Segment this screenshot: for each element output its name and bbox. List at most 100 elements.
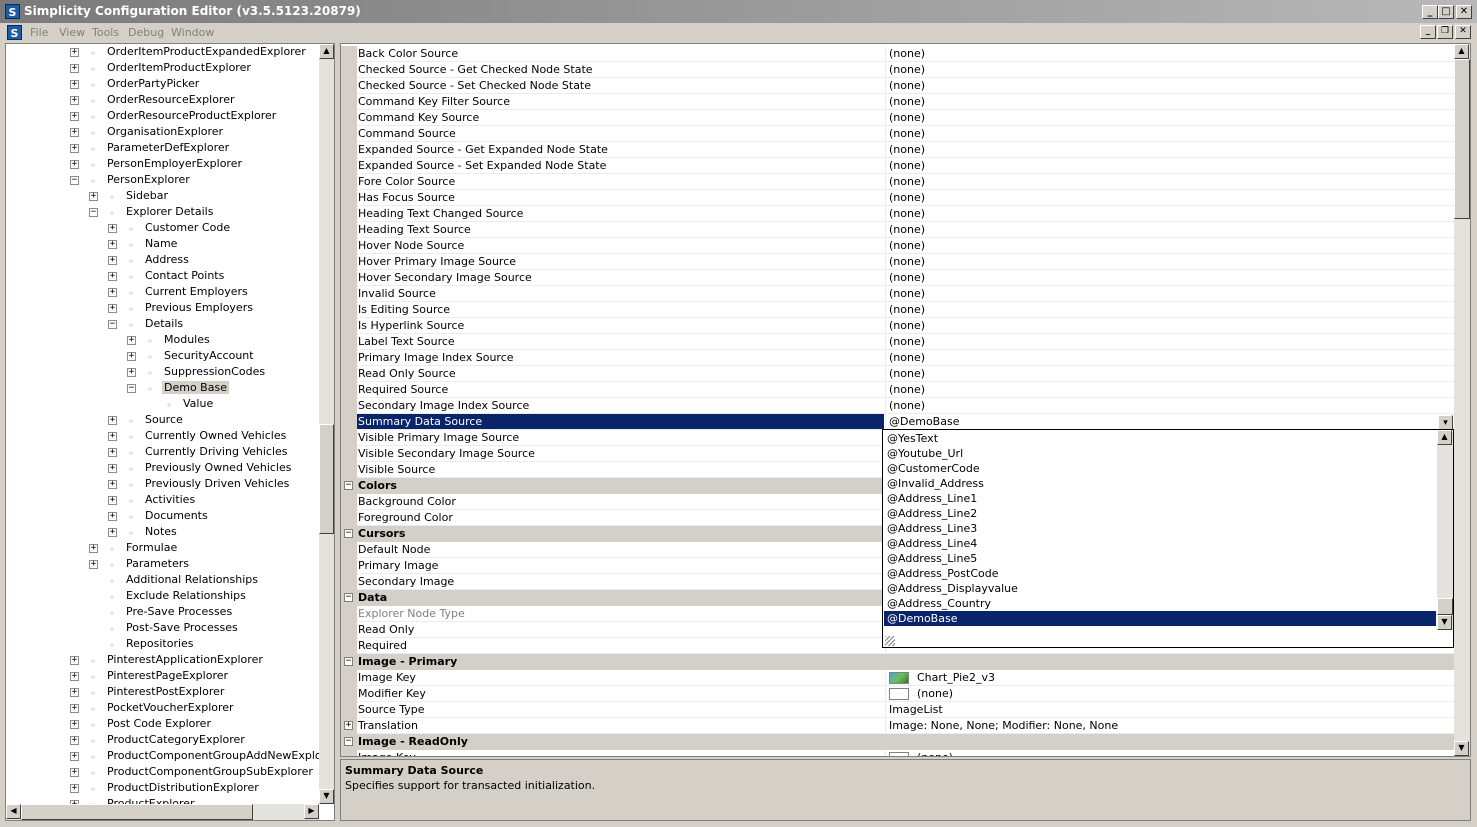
expand-plus-icon[interactable]: + [127, 336, 136, 345]
property-row[interactable]: + Translation Image: None, None; Modifier:… [341, 718, 1454, 734]
tree-node-label[interactable]: OrderItemProductExpandedExplorer [107, 45, 306, 58]
tree-node-label[interactable]: Pre-Save Processes [126, 605, 232, 618]
tree-node-label[interactable]: Name [145, 237, 177, 250]
tree-vscroll-thumb[interactable] [319, 424, 334, 534]
tree-node-label[interactable]: Currently Owned Vehicles [145, 429, 286, 442]
expand-plus-icon[interactable]: + [70, 128, 79, 137]
dropdown-item[interactable]: @Address_Line4 [884, 536, 1436, 551]
property-name[interactable]: Read Only Source [357, 366, 884, 382]
property-row[interactable]: Heading Text Changed Source (none) [341, 206, 1454, 222]
property-row[interactable]: Checked Source - Get Checked Node State (… [341, 62, 1454, 78]
tree-node[interactable]: + Documents [6, 509, 319, 525]
property-value[interactable]: (none) [885, 206, 1454, 222]
property-name[interactable]: Explorer Node Type [357, 606, 884, 622]
tree-node-label[interactable]: Documents [145, 509, 208, 522]
property-name[interactable]: Visible Primary Image Source [357, 430, 884, 446]
dropdown-item[interactable]: @YesText [884, 431, 1436, 446]
expand-plus-icon[interactable]: + [89, 560, 98, 569]
expand-plus-icon[interactable]: + [70, 96, 79, 105]
property-value[interactable]: @DemoBase [885, 414, 1454, 430]
property-row[interactable]: Image Key Chart_Pie2_v3 [341, 670, 1454, 686]
tree-node[interactable]: + SuppressionCodes [6, 365, 319, 381]
expand-plus-icon[interactable]: + [108, 528, 117, 537]
property-name[interactable]: Hover Primary Image Source [357, 254, 884, 270]
property-name[interactable]: Secondary Image [357, 574, 884, 590]
property-row[interactable]: Image Key (none) [341, 750, 1454, 756]
dropdown-item[interactable]: @Address_Displayvalue [884, 581, 1436, 596]
property-value[interactable]: (none) [885, 94, 1454, 110]
expand-plus-icon[interactable]: + [127, 368, 136, 377]
property-name[interactable]: Hover Node Source [357, 238, 884, 254]
property-name[interactable]: Command Source [357, 126, 884, 142]
tree-node-label[interactable]: ProductComponentGroupAddNewExplorer [107, 749, 319, 762]
property-name[interactable]: Primary Image Index Source [357, 350, 884, 366]
property-row[interactable]: Command Source (none) [341, 126, 1454, 142]
expand-plus-icon[interactable]: + [108, 480, 117, 489]
property-name[interactable]: Source Type [357, 702, 884, 718]
property-name[interactable]: Read Only [357, 622, 884, 638]
expand-plus-icon[interactable]: + [70, 720, 79, 729]
tree-node[interactable]: + Parameters [6, 557, 319, 573]
minimize-button[interactable]: _ [1422, 5, 1438, 19]
property-row[interactable]: Command Key Source (none) [341, 110, 1454, 126]
tree-node[interactable]: Post-Save Processes [6, 621, 319, 637]
collapse-minus-icon[interactable]: − [344, 529, 353, 538]
tree-node[interactable]: + PinterestPageExplorer [6, 669, 319, 685]
tree-node[interactable]: + SecurityAccount [6, 349, 319, 365]
property-value[interactable]: ImageList [885, 702, 1454, 718]
expand-plus-icon[interactable]: + [70, 144, 79, 153]
tree-node-label[interactable]: Additional Relationships [126, 573, 258, 586]
close-button[interactable]: ✕ [1456, 5, 1472, 19]
tree-node-label[interactable]: Address [145, 253, 189, 266]
scroll-left-arrow-icon[interactable]: ◀ [6, 804, 21, 819]
tree-node-label[interactable]: Customer Code [145, 221, 230, 234]
tree-node[interactable]: + ProductComponentGroupSubExplorer [6, 765, 319, 781]
tree-node[interactable]: Repositories [6, 637, 319, 653]
tree-node[interactable]: + ProductComponentGroupAddNewExplorer [6, 749, 319, 765]
tree-node-label[interactable]: Value [183, 397, 213, 410]
tree-node[interactable]: Additional Relationships [6, 573, 319, 589]
property-row[interactable]: Read Only Source (none) [341, 366, 1454, 382]
expand-plus-icon[interactable]: + [70, 784, 79, 793]
property-value[interactable]: (none) [885, 318, 1454, 334]
tree-node-label[interactable]: ProductDistributionExplorer [107, 781, 259, 794]
tree-node-label[interactable]: PocketVoucherExplorer [107, 701, 234, 714]
expand-plus-icon[interactable]: + [108, 512, 117, 521]
property-row[interactable]: Is Editing Source (none) [341, 302, 1454, 318]
tree-node[interactable]: + Modules [6, 333, 319, 349]
expand-plus-icon[interactable]: + [89, 544, 98, 553]
tree-node[interactable]: Pre-Save Processes [6, 605, 319, 621]
property-name[interactable]: Background Color [357, 494, 884, 510]
expand-plus-icon[interactable]: + [108, 288, 117, 297]
expand-plus-icon[interactable]: + [108, 416, 117, 425]
property-category[interactable]: − Image - ReadOnly [341, 734, 1454, 750]
tree-node[interactable]: Exclude Relationships [6, 589, 319, 605]
collapse-minus-icon[interactable]: − [127, 384, 136, 393]
property-value[interactable]: (none) [885, 174, 1454, 190]
tree-node-label[interactable]: Post-Save Processes [126, 621, 238, 634]
expand-plus-icon[interactable]: + [70, 112, 79, 121]
collapse-minus-icon[interactable]: − [344, 737, 353, 746]
property-name[interactable]: Image Key [357, 750, 884, 756]
collapse-minus-icon[interactable]: − [344, 593, 353, 602]
tree-node-label[interactable]: OrderResourceProductExplorer [107, 109, 276, 122]
scroll-up-arrow-icon[interactable]: ▲ [319, 44, 334, 59]
property-value[interactable]: (none) [885, 46, 1454, 62]
property-row[interactable]: Is Hyperlink Source (none) [341, 318, 1454, 334]
tree-node-label[interactable]: SuppressionCodes [164, 365, 265, 378]
tree-node[interactable]: + Previously Owned Vehicles [6, 461, 319, 477]
tree-node-label[interactable]: Current Employers [145, 285, 248, 298]
tree-node[interactable]: + Contact Points [6, 269, 319, 285]
tree-node[interactable]: − Explorer Details [6, 205, 319, 221]
tree-node-label[interactable]: ProductCategoryExplorer [107, 733, 245, 746]
property-name[interactable]: Visible Secondary Image Source [357, 446, 884, 462]
tree-node-label[interactable]: Repositories [126, 637, 194, 650]
document-icon[interactable]: S [7, 25, 22, 40]
property-value[interactable]: (none) [885, 238, 1454, 254]
expand-plus-icon[interactable]: + [70, 672, 79, 681]
property-name[interactable]: Command Key Source [357, 110, 884, 126]
property-name[interactable]: Expanded Source - Get Expanded Node Stat… [357, 142, 884, 158]
tree-node[interactable]: + Previous Employers [6, 301, 319, 317]
dropdown-item[interactable]: @Address_Country [884, 596, 1436, 611]
expand-plus-icon[interactable]: + [70, 64, 79, 73]
